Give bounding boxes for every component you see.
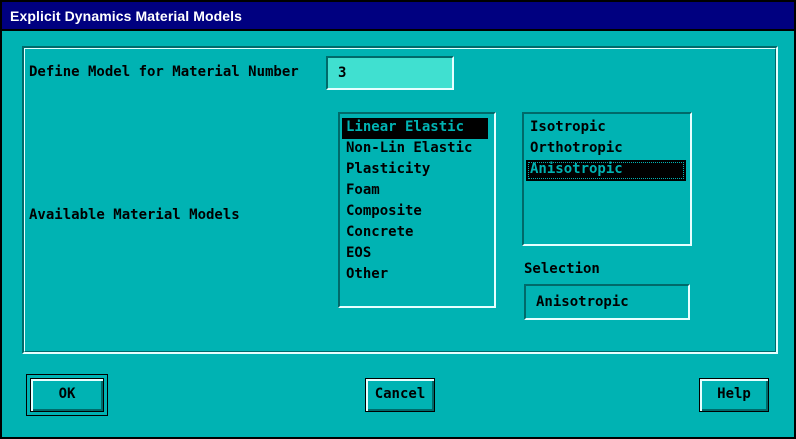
material-type-list[interactable]: Isotropic Orthotropic Anisotropic (522, 112, 692, 246)
list-item-isotropic[interactable]: Isotropic (526, 118, 686, 139)
list-item-concrete[interactable]: Concrete (342, 223, 488, 244)
list-item-non-lin-elastic[interactable]: Non-Lin Elastic (342, 139, 488, 160)
help-button[interactable]: Help (699, 378, 769, 412)
cancel-button[interactable]: Cancel (365, 378, 435, 412)
material-models-list[interactable]: Linear Elastic Non-Lin Elastic Plasticit… (338, 112, 496, 308)
list-item-plasticity[interactable]: Plasticity (342, 160, 488, 181)
list-item-eos[interactable]: EOS (342, 244, 488, 265)
ok-button[interactable]: OK (30, 378, 104, 412)
dialog-window: Explicit Dynamics Material Models Define… (0, 0, 796, 439)
material-number-label: Define Model for Material Number (29, 64, 299, 80)
available-models-label: Available Material Models (29, 207, 240, 223)
list-item-anisotropic[interactable]: Anisotropic (526, 160, 686, 181)
list-item-linear-elastic[interactable]: Linear Elastic (342, 118, 488, 139)
title-bar[interactable]: Explicit Dynamics Material Models (2, 2, 794, 31)
list-item-composite[interactable]: Composite (342, 202, 488, 223)
list-item-other[interactable]: Other (342, 265, 488, 286)
material-number-input[interactable]: 3 (326, 56, 454, 90)
window-title: Explicit Dynamics Material Models (10, 8, 243, 24)
selection-value-field: Anisotropic (524, 284, 690, 320)
list-item-orthotropic[interactable]: Orthotropic (526, 139, 686, 160)
selection-label: Selection (524, 261, 600, 277)
list-item-foam[interactable]: Foam (342, 181, 488, 202)
